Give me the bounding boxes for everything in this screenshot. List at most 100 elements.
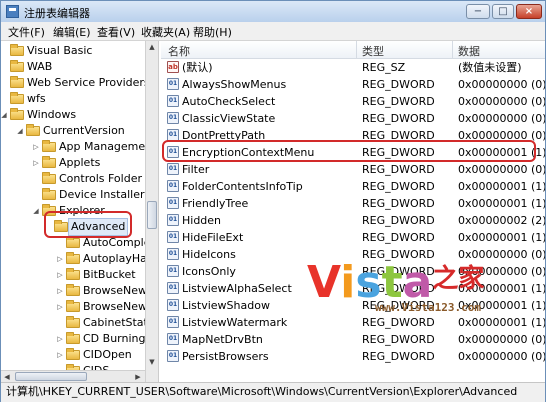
- tree-vertical-scrollbar[interactable]: ▲ ▼: [145, 41, 158, 382]
- value-name: PersistBrowsers: [182, 350, 269, 363]
- watermark-letter: i: [340, 257, 356, 308]
- value-row[interactable]: 01 PersistBrowsers REG_DWORD 0x00000000 (0): [161, 348, 545, 365]
- tree-item-label: Windows: [27, 108, 77, 121]
- watermark-logo: Vista之家: [307, 255, 484, 307]
- scroll-up-arrow-icon[interactable]: ▲: [146, 41, 158, 54]
- collapsed-arrow-icon[interactable]: ▷: [32, 139, 40, 155]
- collapsed-arrow-icon[interactable]: ▷: [56, 283, 64, 299]
- value-row[interactable]: 01 FolderContentsInfoTip REG_DWORD 0x000000…: [161, 178, 545, 195]
- value-row[interactable]: 01 Filter REG_DWORD 0x00000000 (0): [161, 161, 545, 178]
- value-row[interactable]: ab (默认) REG_SZ (数值未设置): [161, 59, 545, 76]
- value-data: 0x00000000 (0): [458, 333, 545, 346]
- title-bar[interactable]: 注册表编辑器 − □ ×: [1, 1, 545, 22]
- column-header-data[interactable]: 数据: [458, 43, 480, 59]
- tree-horizontal-scrollbar[interactable]: ◀ ▶: [1, 370, 145, 382]
- value-name: FolderContentsInfoTip: [182, 180, 303, 193]
- value-name: ListviewAlphaSelect: [182, 282, 292, 295]
- folder-icon: [10, 60, 24, 72]
- value-type: REG_DWORD: [362, 231, 435, 244]
- folder-icon: [66, 316, 80, 328]
- value-type: REG_DWORD: [362, 214, 435, 227]
- collapsed-arrow-icon[interactable]: ▷: [56, 251, 64, 267]
- value-row[interactable]: 01 HideFileExt REG_DWORD 0x00000001 (1): [161, 229, 545, 246]
- minimize-button[interactable]: −: [466, 4, 490, 19]
- tree-item-label: App Management: [59, 140, 157, 153]
- folder-icon: [66, 300, 80, 312]
- tree-item-label: CabinetState: [83, 316, 155, 329]
- dword-value-icon: 01: [167, 163, 179, 175]
- collapsed-arrow-icon[interactable]: ▷: [56, 299, 64, 315]
- column-header-name[interactable]: 名称: [168, 43, 190, 59]
- scroll-down-arrow-icon[interactable]: ▼: [146, 356, 158, 369]
- folder-icon: [26, 124, 40, 136]
- dword-value-icon: 01: [167, 299, 179, 311]
- dword-value-icon: 01: [167, 180, 179, 192]
- tree-item-label: CurrentVersion: [43, 124, 125, 137]
- value-row[interactable]: 01 FriendlyTree REG_DWORD 0x00000001 (1): [161, 195, 545, 212]
- values-list[interactable]: 名称 类型 数据 ab (默认) REG_SZ (数值未设置) 01 AlwaysShow…: [161, 41, 545, 382]
- tree-item-label: Controls Folder: [59, 172, 142, 185]
- column-divider[interactable]: [356, 41, 357, 58]
- expanded-arrow-icon[interactable]: ◢: [1, 107, 8, 123]
- value-data: 0x00000000 (0): [458, 112, 545, 125]
- value-data: 0x00000001 (1): [458, 231, 545, 244]
- column-header-type[interactable]: 类型: [362, 43, 384, 59]
- value-type: REG_DWORD: [362, 197, 435, 210]
- close-button[interactable]: ×: [516, 4, 542, 19]
- dword-value-icon: 01: [167, 95, 179, 107]
- dword-value-icon: 01: [167, 333, 179, 345]
- folder-icon: [42, 188, 56, 200]
- value-name: MapNetDrvBtn: [182, 333, 263, 346]
- expanded-arrow-icon[interactable]: ◢: [16, 123, 24, 139]
- tree-vscroll-thumb[interactable]: [147, 201, 157, 229]
- value-type: REG_DWORD: [362, 95, 435, 108]
- value-row[interactable]: 01 ClassicViewState REG_DWORD 0x00000000 (0…: [161, 110, 545, 127]
- collapsed-arrow-icon[interactable]: ▷: [56, 267, 64, 283]
- tree-item-label: BitBucket: [83, 268, 136, 281]
- value-row[interactable]: 01 Hidden REG_DWORD 0x00000002 (2): [161, 212, 545, 229]
- collapsed-arrow-icon[interactable]: ▷: [32, 155, 40, 171]
- collapsed-arrow-icon[interactable]: ▷: [56, 347, 64, 363]
- value-name: ClassicViewState: [182, 112, 276, 125]
- menu-help[interactable]: 帮助(H): [193, 24, 232, 40]
- status-path: 计算机\HKEY_CURRENT_USER\Software\Microsoft…: [6, 385, 518, 398]
- tree-item-label: CIDOpen: [83, 348, 132, 361]
- regedit-app-icon: [6, 5, 19, 18]
- menu-view[interactable]: 查看(V): [97, 24, 135, 40]
- folder-icon: [10, 92, 24, 104]
- folder-icon: [10, 44, 24, 56]
- value-data: 0x00000002 (2): [458, 214, 545, 227]
- value-data: 0x00000000 (0): [458, 78, 545, 91]
- folder-icon: [66, 252, 80, 264]
- expanded-arrow-icon[interactable]: ◢: [32, 203, 40, 219]
- column-divider[interactable]: [452, 41, 453, 58]
- value-row[interactable]: 01 MapNetDrvBtn REG_DWORD 0x00000000 (0): [161, 331, 545, 348]
- value-row[interactable]: 01 AlwaysShowMenus REG_DWORD 0x00000000 (0): [161, 76, 545, 93]
- collapsed-arrow-icon[interactable]: ▷: [56, 331, 64, 347]
- value-type: REG_DWORD: [362, 78, 435, 91]
- dword-value-icon: 01: [167, 248, 179, 260]
- value-name: ListviewShadow: [182, 299, 270, 312]
- folder-icon: [42, 156, 56, 168]
- advanced-key-highlight: [44, 211, 132, 238]
- folder-icon: [66, 284, 80, 296]
- folder-icon: [42, 172, 56, 184]
- menu-bar: 文件(F) 编辑(E) 查看(V) 收藏夹(A) 帮助(H): [1, 22, 545, 41]
- menu-edit[interactable]: 编辑(E): [53, 24, 91, 40]
- menu-favorites[interactable]: 收藏夹(A): [141, 24, 190, 40]
- window-title: 注册表编辑器: [24, 7, 90, 20]
- menu-file[interactable]: 文件(F): [8, 24, 45, 40]
- value-row[interactable]: 01 AutoCheckSelect REG_DWORD 0x00000000 (0): [161, 93, 545, 110]
- value-type: REG_DWORD: [362, 163, 435, 176]
- value-name: Hidden: [182, 214, 222, 227]
- tree-hscroll-thumb[interactable]: [15, 372, 87, 381]
- maximize-button[interactable]: □: [492, 4, 514, 19]
- value-data: 0x00000001 (1): [458, 197, 545, 210]
- status-bar: 计算机\HKEY_CURRENT_USER\Software\Microsoft…: [1, 382, 545, 402]
- value-name: (默认): [182, 61, 213, 74]
- tree-item-label: WAB: [27, 60, 53, 73]
- folder-icon: [66, 268, 80, 280]
- encryption-row-highlight: [162, 140, 536, 162]
- dword-value-icon: 01: [167, 214, 179, 226]
- dword-value-icon: 01: [167, 112, 179, 124]
